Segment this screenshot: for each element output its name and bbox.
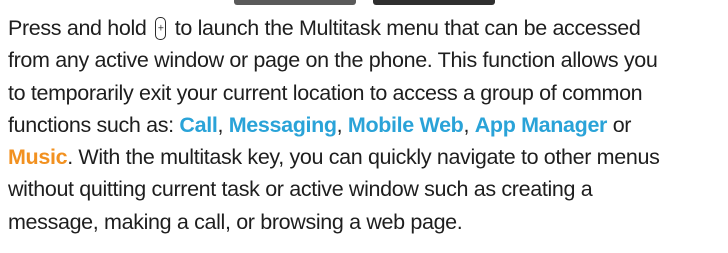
text-segment: . With the multitask key, you can quickl… [67, 145, 660, 170]
keyword-app-manager: App Manager [474, 112, 608, 137]
separator: , [463, 112, 475, 137]
separator: , [217, 112, 229, 137]
text-line-1: Press and hold + to launch the Multitask… [8, 12, 726, 44]
keyword-call: Call [179, 112, 218, 137]
multitask-key-icon: + [155, 17, 167, 40]
keyword-music: Music [8, 145, 68, 170]
text-segment: or [607, 112, 632, 137]
text-segment: to launch the Multitask menu that can be… [169, 16, 641, 40]
top-image-segment-right [373, 0, 495, 5]
keyword-messaging: Messaging [228, 112, 337, 137]
text-line-5: Music. With the multitask key, you can q… [8, 141, 726, 173]
text-line-3: to temporarily exit your current locatio… [8, 80, 643, 105]
instruction-paragraph: Press and hold + to launch the Multitask… [8, 12, 726, 238]
text-line-7: message, making a call, or browsing a we… [8, 209, 463, 234]
top-image-segment-left [234, 0, 356, 5]
text-line-6: without quitting current task or active … [8, 177, 593, 202]
text-line-4: functions such as: Call, Messaging, Mobi… [8, 109, 726, 141]
text-segment: Press and hold [8, 16, 153, 40]
top-image-strip [0, 0, 728, 6]
text-segment: functions such as: [8, 112, 180, 137]
keyword-mobile-web: Mobile Web [347, 112, 464, 137]
separator: , [336, 112, 348, 137]
text-line-2: from any active window or page on the ph… [8, 48, 658, 73]
